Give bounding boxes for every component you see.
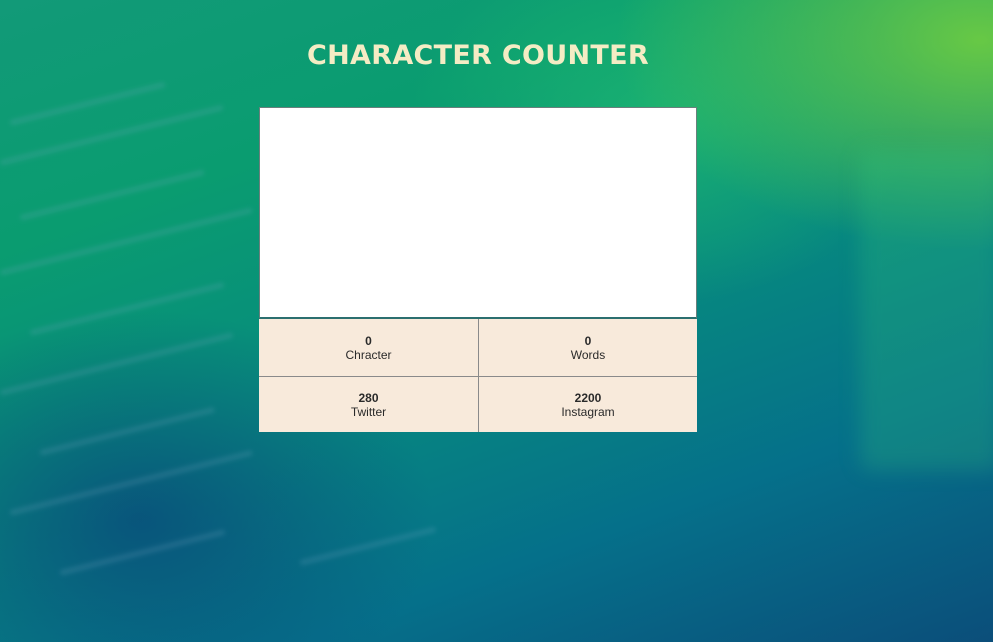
stats-grid: 0 Chracter 0 Words 280 Twitter 2200 Inst… (259, 319, 697, 432)
twitter-limit-label: Twitter (350, 404, 387, 419)
character-count-value: 0 (365, 333, 372, 348)
word-count-label: Words (570, 347, 606, 362)
instagram-limit-cell: 2200 Instagram (478, 376, 697, 432)
instagram-limit-value: 2200 (574, 390, 602, 405)
text-input[interactable] (259, 107, 697, 319)
page-title: CHARACTER COUNTER (307, 40, 649, 71)
counter-panel: 0 Chracter 0 Words 280 Twitter 2200 Inst… (259, 107, 697, 432)
twitter-limit-cell: 280 Twitter (259, 376, 478, 432)
word-count-value: 0 (584, 333, 592, 348)
word-count-cell: 0 Words (478, 319, 697, 376)
character-count-label: Chracter (345, 347, 392, 362)
twitter-limit-value: 280 (358, 390, 379, 405)
character-count-cell: 0 Chracter (259, 319, 478, 376)
instagram-limit-label: Instagram (561, 404, 615, 419)
